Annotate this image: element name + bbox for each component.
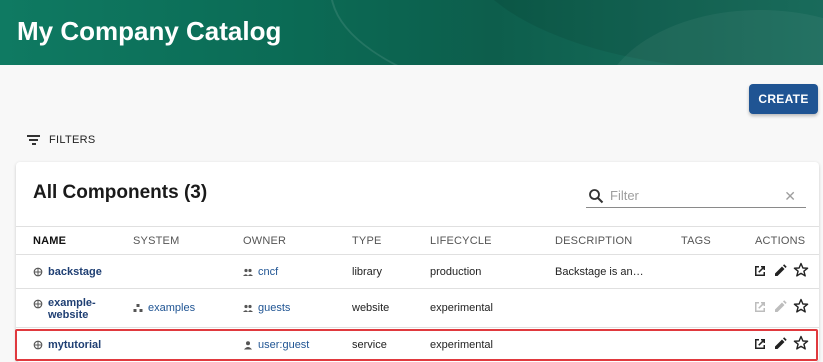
- clear-icon[interactable]: ✕: [784, 188, 796, 205]
- owner-link[interactable]: user:guest: [243, 339, 309, 351]
- table-title: All Components (3): [33, 182, 208, 203]
- lifecycle-cell: experimental: [430, 339, 493, 351]
- table-row: mytutorial user:guest service experiment…: [16, 328, 819, 362]
- owner-name: user:guest: [258, 339, 310, 351]
- owner-link[interactable]: cncf: [243, 266, 278, 278]
- star-outline-icon[interactable]: [793, 298, 809, 314]
- table-row: backstage cncf library production Backst…: [16, 255, 819, 289]
- column-header-tags[interactable]: TAGS: [681, 235, 711, 247]
- system-icon: [133, 304, 143, 312]
- component-name-link[interactable]: backstage: [33, 266, 102, 278]
- create-button[interactable]: CREATE: [749, 84, 818, 114]
- column-header-actions: ACTIONS: [755, 235, 806, 247]
- component-name: mytutorial: [48, 339, 102, 351]
- open-in-new-icon[interactable]: [752, 263, 768, 279]
- system-name: examples: [148, 302, 196, 314]
- search-input[interactable]: [610, 188, 780, 203]
- column-header-type[interactable]: TYPE: [352, 235, 382, 247]
- edit-icon: [772, 299, 788, 315]
- filter-list-icon: [27, 135, 40, 145]
- filters-label: FILTERS: [49, 134, 96, 146]
- component-name-link[interactable]: example-website: [33, 297, 103, 321]
- search-field[interactable]: ✕: [586, 184, 806, 208]
- component-name-link[interactable]: mytutorial: [33, 339, 101, 351]
- system-link[interactable]: examples: [133, 302, 195, 314]
- column-header-lifecycle[interactable]: LIFECYCLE: [430, 235, 492, 247]
- owner-link[interactable]: guests: [243, 302, 290, 314]
- type-cell: service: [352, 339, 387, 351]
- group-icon: [243, 304, 253, 312]
- owner-name: cncf: [258, 266, 279, 278]
- open-in-new-icon[interactable]: [752, 336, 768, 352]
- filters-toggle[interactable]: FILTERS: [27, 131, 96, 149]
- open-in-new-icon: [752, 299, 768, 315]
- component-name: example-website: [48, 297, 96, 321]
- table-header: NAME SYSTEM OWNER TYPE LIFECYCLE DESCRIP…: [16, 226, 819, 255]
- page-header: My Company Catalog: [0, 0, 823, 65]
- components-table-card: All Components (3) ✕ NAME SYSTEM OWNER T…: [16, 162, 819, 362]
- lifecycle-cell: production: [430, 266, 482, 278]
- lifecycle-cell: experimental: [430, 302, 493, 314]
- description-cell: Backstage is an…: [555, 266, 644, 278]
- owner-name: guests: [258, 302, 291, 314]
- user-icon: [244, 341, 252, 350]
- star-outline-icon[interactable]: [793, 335, 809, 351]
- column-header-owner[interactable]: OWNER: [243, 235, 286, 247]
- type-cell: library: [352, 266, 382, 278]
- page-title: My Company Catalog: [17, 16, 282, 46]
- column-header-description[interactable]: DESCRIPTION: [555, 235, 632, 247]
- column-header-system[interactable]: SYSTEM: [133, 235, 179, 247]
- search-icon: [589, 188, 604, 203]
- column-header-name[interactable]: NAME: [33, 235, 66, 247]
- edit-icon[interactable]: [772, 336, 788, 352]
- edit-icon[interactable]: [772, 263, 788, 279]
- component-name: backstage: [48, 266, 102, 278]
- component-icon: [33, 340, 43, 350]
- table-row: example-website examples guests website …: [16, 289, 819, 328]
- type-cell: website: [352, 302, 390, 314]
- component-icon: [33, 299, 43, 309]
- group-icon: [243, 268, 253, 276]
- component-icon: [33, 267, 43, 277]
- star-outline-icon[interactable]: [793, 262, 809, 278]
